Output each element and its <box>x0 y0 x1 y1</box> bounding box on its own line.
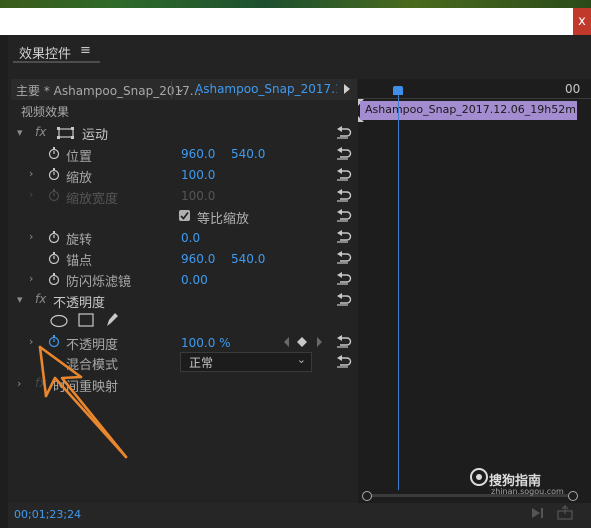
anchor-label: 锚点 <box>66 254 93 269</box>
blend-mode-label: 混合模式 <box>66 358 119 373</box>
motion-label: 运动 <box>82 128 109 143</box>
timeline-clip-label: Ashampoo_Snap_2017.12.06_19h52m52s_00 <box>365 103 575 116</box>
rectangle-mask-icon[interactable] <box>78 313 94 327</box>
master-clip-label[interactable]: 主要 * Ashampoo_Snap_2017... <box>16 82 201 99</box>
expand-scale-icon[interactable]: › <box>29 167 33 180</box>
scale-width-label: 缩放宽度 <box>66 192 119 207</box>
reset-parameter-icon[interactable] <box>336 355 352 369</box>
filter-play-icon[interactable] <box>530 506 546 520</box>
opacity-section-label: 不透明度 <box>53 296 106 311</box>
transform-icon[interactable] <box>57 127 77 139</box>
effects-list <box>11 79 357 503</box>
scale-width-value: 100.0 <box>181 189 216 203</box>
window-titlebar <box>0 8 573 35</box>
source-divider <box>171 81 172 98</box>
position-y-value[interactable]: 540.0 <box>231 147 265 161</box>
video-effects-header: 视频效果 <box>21 105 70 119</box>
pen-mask-icon[interactable] <box>104 311 120 328</box>
anchor-y-value[interactable]: 540.0 <box>231 252 265 266</box>
opacity-value[interactable]: 100.0 % <box>181 336 231 350</box>
reset-parameter-icon[interactable] <box>336 189 352 203</box>
reset-parameter-icon[interactable] <box>336 230 352 244</box>
stopwatch-icon[interactable] <box>48 168 60 180</box>
expand-time-remap-icon[interactable]: › <box>17 377 21 390</box>
play-icon <box>344 84 350 94</box>
position-label: 位置 <box>66 150 93 165</box>
uniform-scale-label: 等比缩放 <box>197 212 250 227</box>
ruler-time-label: 00 <box>565 82 581 96</box>
rotation-value[interactable]: 0.0 <box>181 231 200 245</box>
reset-parameter-icon[interactable] <box>336 293 352 307</box>
reset-parameter-icon[interactable] <box>336 209 352 223</box>
stopwatch-icon[interactable] <box>48 147 60 159</box>
collapse-opacity-icon[interactable]: ▾ <box>17 293 23 306</box>
keyframe-navigator[interactable] <box>283 336 325 348</box>
playhead-handle[interactable] <box>393 86 403 95</box>
stopwatch-icon[interactable] <box>48 273 60 285</box>
opacity-label: 不透明度 <box>66 338 119 353</box>
panel-tab-underline <box>13 61 100 63</box>
background-image-strip <box>0 0 591 8</box>
scale-label: 缩放 <box>66 171 93 186</box>
ellipse-mask-icon[interactable] <box>50 314 70 328</box>
chevron-down-icon: ⌄ <box>296 353 306 366</box>
blend-mode-select[interactable]: 正常 ⌄ <box>180 352 312 372</box>
export-icon[interactable] <box>556 505 574 520</box>
panel-title: 效果控件 <box>19 47 72 62</box>
current-timecode[interactable]: 00;01;23;24 <box>14 508 81 521</box>
ruler-divider <box>358 98 591 99</box>
reset-parameter-icon[interactable] <box>336 168 352 182</box>
fx-toggle-opacity[interactable]: fx <box>35 292 46 306</box>
expand-scale-width-icon: › <box>29 188 34 201</box>
blend-mode-value: 正常 <box>189 356 214 370</box>
scale-value[interactable]: 100.0 <box>181 168 215 182</box>
stopwatch-active-icon[interactable] <box>48 335 60 347</box>
position-x-value[interactable]: 960.0 <box>181 147 215 161</box>
watermark-url: zhinan.sogou.com <box>491 487 564 496</box>
reset-parameter-icon[interactable] <box>336 251 352 265</box>
reset-parameter-icon[interactable] <box>336 272 352 286</box>
uniform-scale-checkbox[interactable] <box>179 210 190 221</box>
reset-parameter-icon[interactable] <box>336 147 352 161</box>
anti-flicker-value[interactable]: 0.00 <box>181 273 208 287</box>
reset-parameter-icon[interactable] <box>336 126 352 140</box>
effect-timeline[interactable] <box>358 79 591 503</box>
fx-toggle-time-remap: fx <box>35 376 47 390</box>
chevron-down-icon[interactable]: ⌄ <box>176 82 185 95</box>
expand-opacity-icon[interactable]: › <box>29 335 33 348</box>
anchor-x-value[interactable]: 960.0 <box>181 252 215 266</box>
close-button[interactable]: x <box>573 8 591 35</box>
checkmark-icon <box>180 212 189 220</box>
rotation-label: 旋转 <box>66 233 93 248</box>
stopwatch-icon <box>48 189 60 201</box>
expand-anti-flicker-icon[interactable]: › <box>29 272 33 285</box>
stopwatch-icon[interactable] <box>48 231 60 243</box>
time-remap-label: 时间重映射 <box>53 380 119 395</box>
playhead-line <box>398 94 399 490</box>
reset-parameter-icon[interactable] <box>336 335 352 349</box>
stopwatch-icon[interactable] <box>48 252 60 264</box>
anti-flicker-label: 防闪烁滤镜 <box>66 275 132 290</box>
footer-bar <box>8 503 591 528</box>
expand-rotation-icon[interactable]: › <box>29 230 33 243</box>
fx-toggle-motion[interactable]: fx <box>35 125 46 139</box>
scrollbar-left-handle[interactable] <box>362 491 372 501</box>
panel-menu-icon[interactable]: ≡ <box>80 43 91 58</box>
scrollbar-right-handle[interactable] <box>568 491 578 501</box>
sogou-logo-icon <box>470 468 488 486</box>
collapse-motion-icon[interactable]: ▾ <box>17 126 23 139</box>
